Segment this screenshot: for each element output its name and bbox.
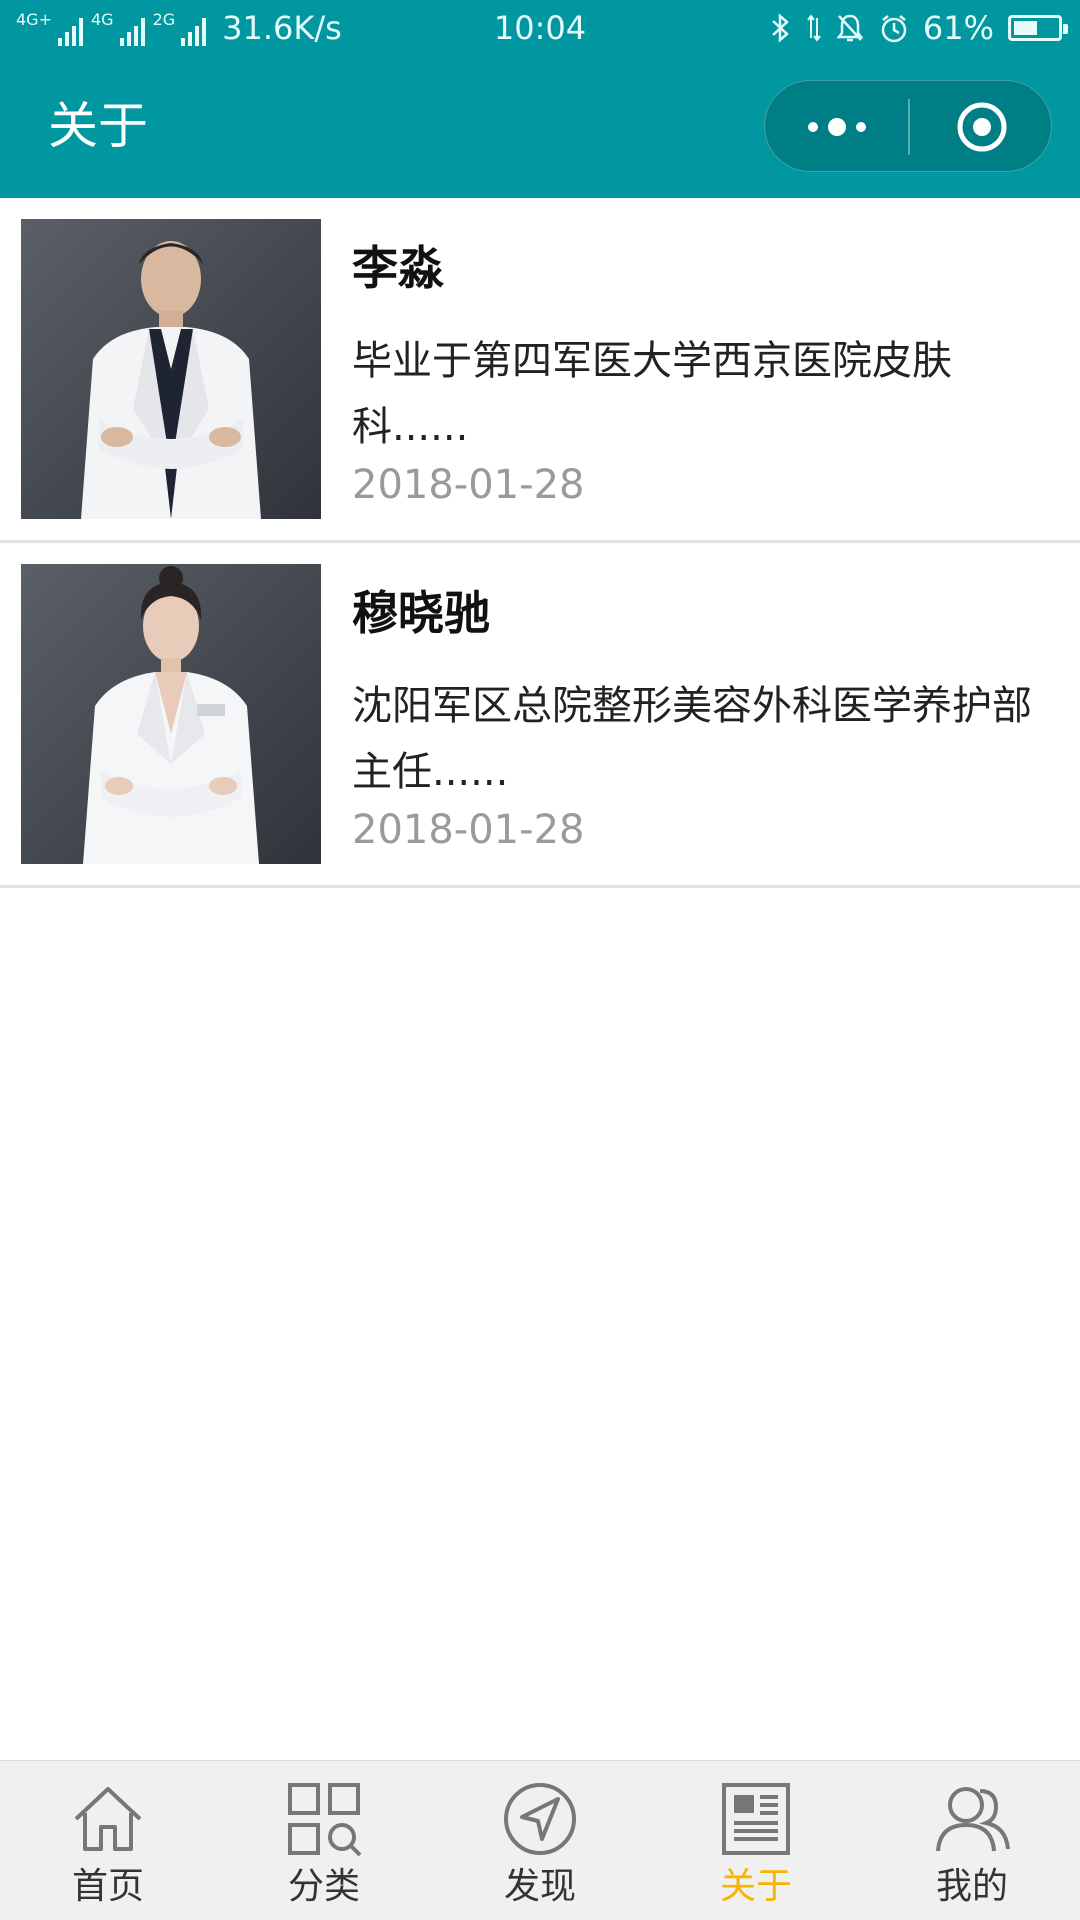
mini-program-capsule: [764, 80, 1052, 172]
battery-fill: [1014, 21, 1038, 35]
users-icon: [936, 1787, 1010, 1852]
discover-compass-icon: [504, 1783, 576, 1855]
doctor-name: 李淼: [352, 241, 444, 295]
page-title: 关于: [48, 97, 148, 155]
header: 4G+ 4G 2G 31.6K/s 10:04 61% 关于: [0, 0, 1080, 198]
battery-percent: 61%: [922, 9, 994, 47]
tab-label: 发现: [503, 1866, 576, 1907]
status-right: 61%: [769, 9, 1068, 47]
target-close-icon[interactable]: [910, 81, 1053, 173]
category-grid-icon: [288, 1783, 362, 1857]
tab-label: 分类: [287, 1866, 360, 1907]
home-icon: [74, 1787, 142, 1851]
status-bar: 4G+ 4G 2G 31.6K/s 10:04 61%: [0, 0, 1080, 60]
doctor-name: 穆晓驰: [352, 586, 490, 640]
tab-label: 我的: [935, 1866, 1008, 1907]
tab-about[interactable]: 关于: [648, 1761, 864, 1920]
tab-category[interactable]: 分类: [216, 1761, 432, 1920]
doctor-desc: 毕业于第四军医大学西京医院皮肤科......: [352, 338, 952, 450]
tab-label: 首页: [71, 1866, 144, 1907]
more-dots-icon[interactable]: [765, 81, 908, 173]
battery-icon: [1008, 15, 1068, 41]
list-item[interactable]: 李淼 毕业于第四军医大学西京医院皮肤科...... 2018-01-28: [0, 198, 1080, 543]
tab-discover[interactable]: 发现: [432, 1761, 648, 1920]
doctor-photo: [21, 564, 321, 864]
bell-muted-icon: [836, 14, 864, 42]
tab-label: 关于: [719, 1866, 792, 1907]
tab-bar: 首页 分类 发现 关于 我的: [0, 1760, 1080, 1920]
doctor-photo: [21, 219, 321, 519]
tab-mine[interactable]: 我的: [864, 1761, 1080, 1920]
publish-date: 2018-01-28: [352, 462, 585, 508]
about-newspaper-icon: [722, 1783, 790, 1855]
doctor-list: 李淼 毕业于第四军医大学西京医院皮肤科...... 2018-01-28 穆晓驰…: [0, 198, 1080, 888]
tab-home[interactable]: 首页: [0, 1761, 216, 1920]
bluetooth-icon: [772, 13, 789, 43]
list-item[interactable]: 穆晓驰 沈阳军区总院整形美容外科医学养护部主任...... 2018-01-28: [0, 543, 1080, 888]
data-transfer-icon: [807, 14, 821, 42]
app-root: 4G+ 4G 2G 31.6K/s 10:04 61% 关于 李淼 毕业于第四军…: [0, 0, 1080, 1920]
publish-date: 2018-01-28: [352, 807, 585, 853]
doctor-desc: 沈阳军区总院整形美容外科医学养护部主任......: [352, 683, 1032, 795]
alarm-icon: [881, 15, 907, 43]
